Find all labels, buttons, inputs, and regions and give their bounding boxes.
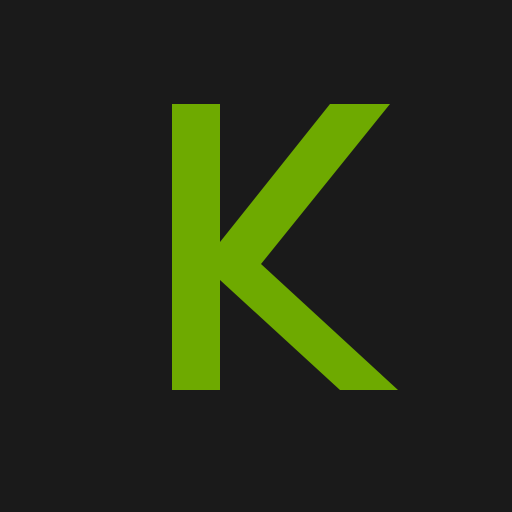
letter-k-logo-icon bbox=[0, 0, 512, 512]
app-logo-tile: K bbox=[0, 0, 512, 512]
